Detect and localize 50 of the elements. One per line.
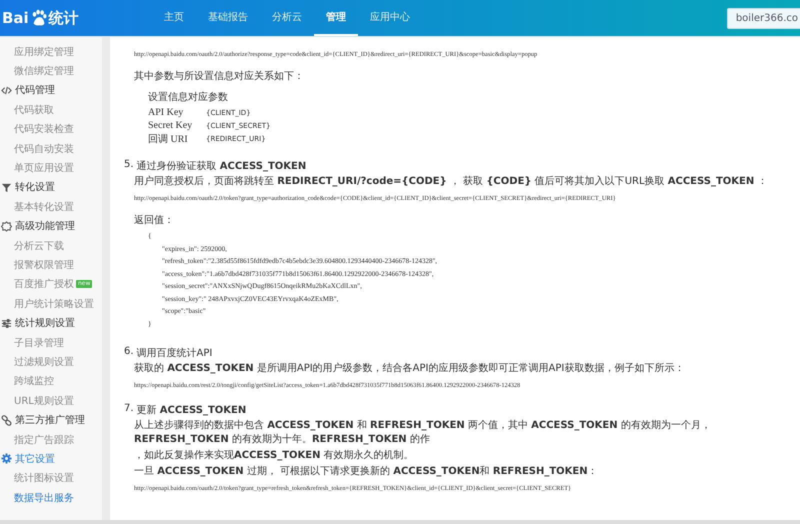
paw-logo-icon [30, 9, 48, 27]
sidebar-item[interactable]: 指定广告跟踪 [14, 432, 74, 446]
step-number: 6. [124, 346, 134, 359]
step-number: 7. [124, 403, 134, 416]
sidebar-group[interactable]: 转化设置 [15, 180, 55, 194]
nav-tab[interactable]: 基础报告 [196, 0, 260, 36]
sidebar-item[interactable]: 子目录管理 [14, 336, 64, 350]
sidebar-item[interactable]: 百度推广授权 [14, 277, 74, 292]
sidebar-item[interactable]: 应用绑定管理 [14, 44, 74, 59]
sidebar-item[interactable]: 代码自动安装 [14, 142, 74, 156]
nav-tab[interactable]: 应用中心 [358, 0, 422, 36]
sidebar-item[interactable]: 微信绑定管理 [14, 64, 74, 78]
paragraph: 其中参数与所设置信息对应关系如下： [134, 70, 305, 84]
logo-text: 统计 [48, 8, 79, 28]
sidebar-item[interactable]: 报警权限管理 [14, 258, 74, 272]
sidebar-item[interactable]: 分析云下载 [14, 238, 64, 253]
param-name: Secret Key [148, 120, 194, 131]
sidebar-group[interactable]: 统计规则设置 [15, 316, 75, 330]
paragraph: 用户同意授权后，页面将跳转至 REDIRECT_URI/?code={CODE} ， 获取 {CODE} 值后可将其加入以下URL换取 ACCESS_TOKEN ： [134, 175, 768, 189]
sidebar-item[interactable]: 数据导出服务 [14, 490, 74, 505]
nav-tab[interactable]: 分析云 [260, 0, 314, 36]
paragraph: 返回值： [134, 214, 175, 228]
nav-tab[interactable]: 主页 [152, 0, 196, 36]
paragraph: 获取的 ACCESS_TOKEN 是所调用API的用户级参数，结合各API的应用级参数即可正常调用API获取数据，例子如下所示： [134, 362, 686, 376]
params-title: 设置信息对应参数 [148, 90, 229, 104]
sidebar-group[interactable]: 高级功能管理 [15, 219, 75, 234]
sidebar-item[interactable]: 用户统计策略设置 [14, 296, 94, 311]
param-name: 回调 URI [148, 132, 189, 146]
account-button[interactable]: boiler366.co [726, 8, 800, 28]
sidebar-item[interactable]: 单页应用设置 [14, 161, 74, 176]
sidebar-item[interactable]: 代码获取 [14, 102, 54, 117]
step-title: 调用百度统计API [136, 346, 212, 360]
sidebar-item[interactable]: URL规则设置 [14, 394, 74, 408]
step-title: 通过身份验证获取 ACCESS_TOKEN [136, 160, 306, 173]
step-title: 更新 ACCESS_TOKEN [136, 404, 246, 417]
paragraph: 从上述步骤得到的数据中包含 ACCESS_TOKEN 和 REFRESH_TOKEN 两个值，其中 ACCESS_TOKEN 的有效期为一个月， REFRESH_TOKEN 的有效期为十年。REFRESH_TOKEN 的作 [134, 419, 712, 447]
sidebar-item[interactable]: 跨域监控 [14, 374, 54, 388]
param-name: API Key [148, 107, 184, 118]
sidebar-item[interactable]: 代码安装检查 [14, 122, 74, 136]
paragraph: 一旦 ACCESS_TOKEN 过期， 可根据以下请求更换新的 ACCESS_TOKEN和 REFRESH_TOKEN： [134, 465, 599, 479]
paragraph: ，如此反复操作来实现ACCESS_TOKEN 有效期永久的机制。 [134, 449, 415, 463]
sidebar-group[interactable]: 代码管理 [15, 83, 55, 98]
sidebar-item[interactable]: 基本转化设置 [14, 200, 74, 214]
nav-tab[interactable]: 管理 [314, 0, 358, 36]
sidebar-group[interactable]: 其它设置 [15, 452, 55, 466]
sidebar-item[interactable]: 统计图标设置 [14, 471, 74, 486]
logo-text: Bai [2, 9, 29, 27]
sidebar-group[interactable]: 第三方推广管理 [15, 413, 85, 428]
step-number: 5. [124, 159, 134, 172]
sidebar-item[interactable]: 过滤规则设置 [14, 354, 74, 369]
